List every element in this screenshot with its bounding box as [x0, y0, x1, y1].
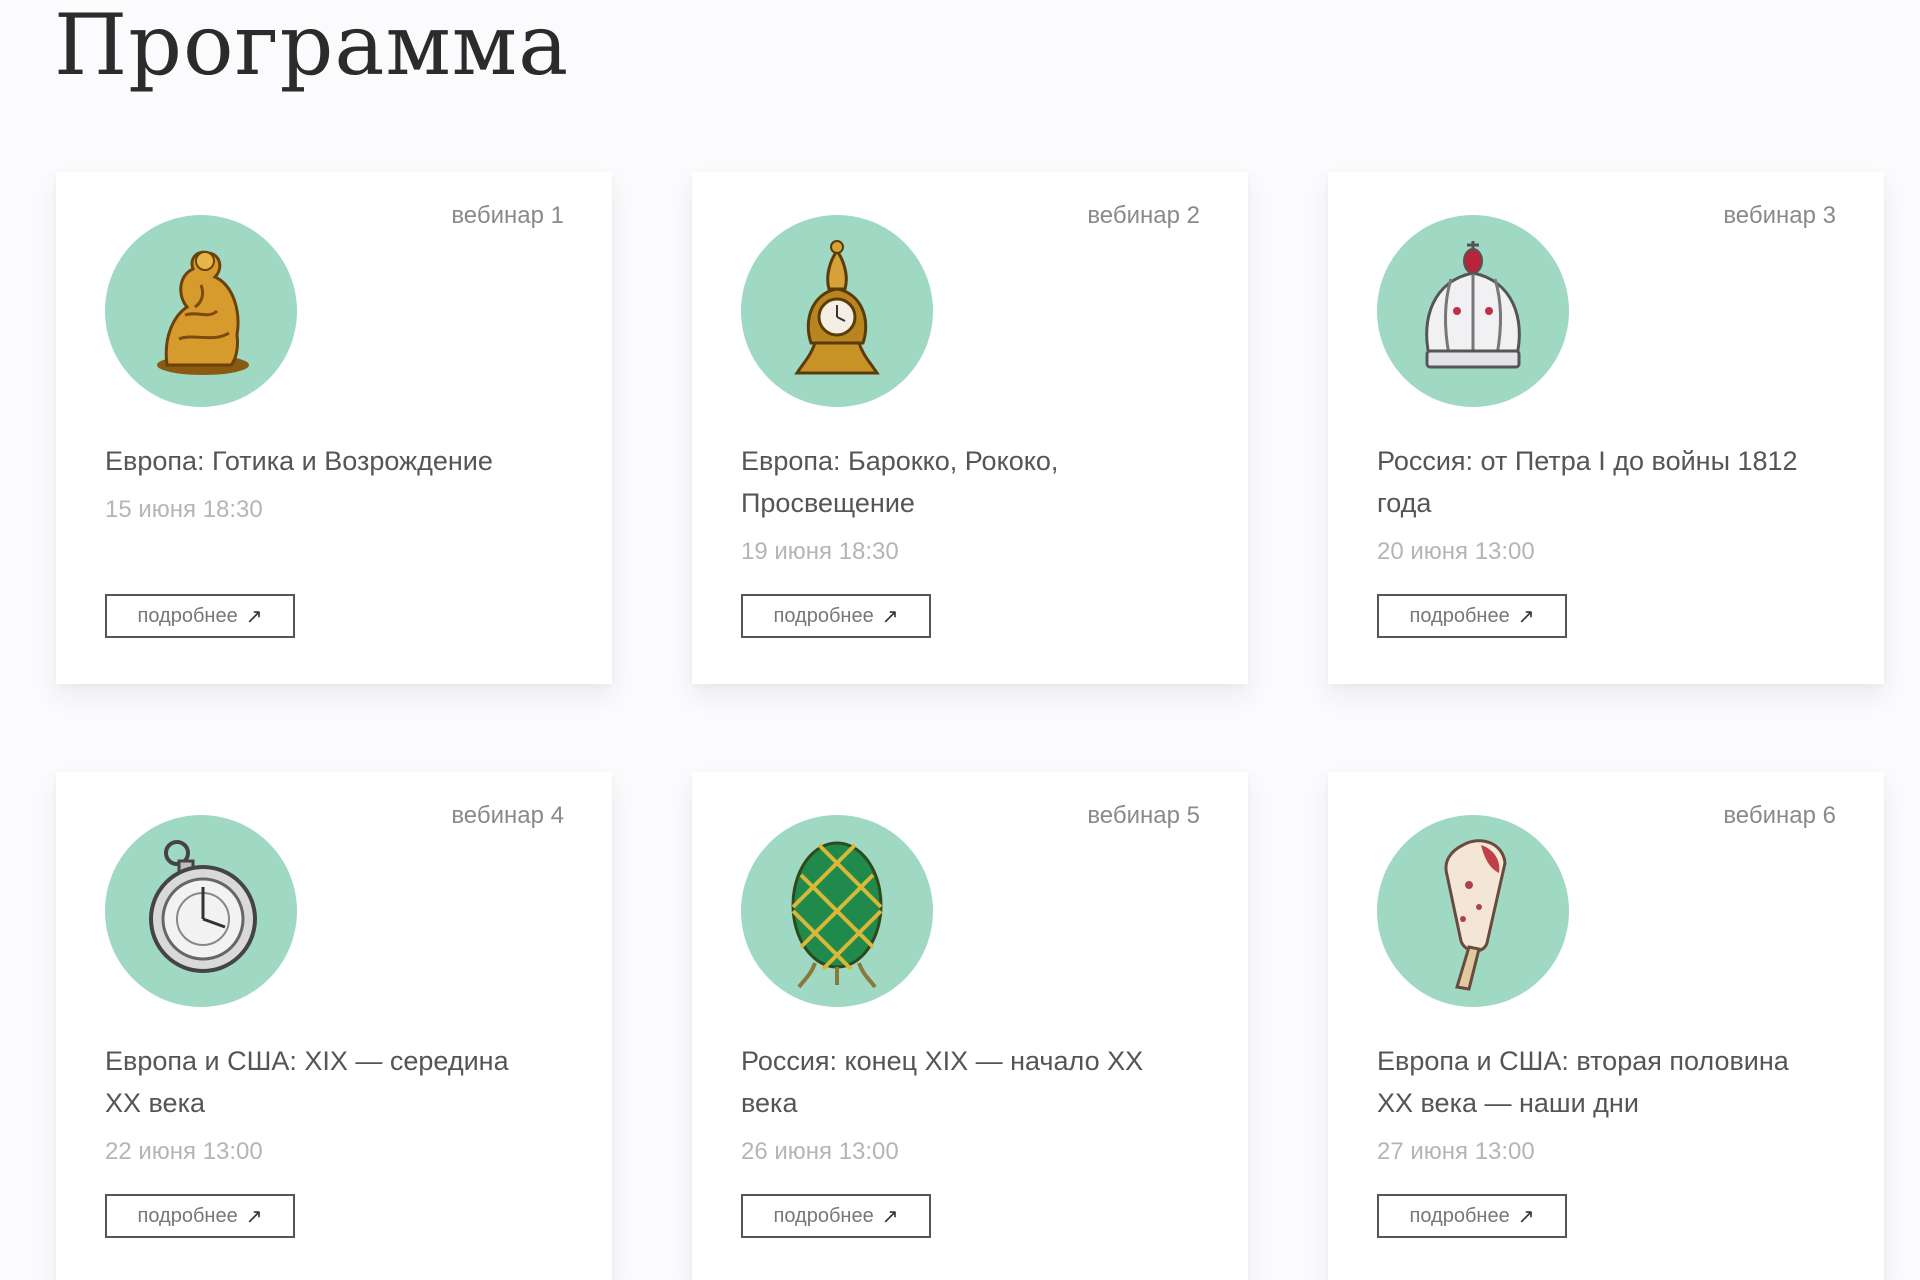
webinar-grid: вебинар 1 Европа: Готика и Возрождение 1… — [56, 172, 1884, 1280]
webinar-card: вебинар 3 Россия: от Петра I до войны 18… — [1328, 172, 1884, 684]
webinar-card: вебинар 2 Европа: Барокко, Рококо, Просв… — [692, 172, 1248, 684]
details-button-label: подробнее — [773, 604, 874, 627]
webinar-number-label: вебинар 6 — [1723, 802, 1836, 829]
arrow-up-right-icon: ↗ — [245, 605, 263, 628]
details-button[interactable]: подробнее ↗ — [741, 1194, 931, 1238]
webinar-title: Европа и США: вторая половина XX века — … — [1377, 1046, 1789, 1118]
details-button[interactable]: подробнее ↗ — [1377, 594, 1567, 638]
gilded-figurine-icon — [105, 215, 297, 407]
webinar-date: 27 июня 13:00 — [1377, 1138, 1535, 1165]
webinar-title: Россия: от Петра I до войны 1812 года — [1377, 446, 1798, 518]
webinar-title: Европа: Готика и Возрождение — [105, 446, 493, 476]
details-button-label: подробнее — [773, 1204, 874, 1227]
arrow-up-right-icon: ↗ — [1517, 1205, 1535, 1228]
webinar-date: 19 июня 18:30 — [741, 538, 899, 565]
details-button[interactable]: подробнее ↗ — [741, 594, 931, 638]
ice-cream-icon — [1377, 815, 1569, 1007]
details-button-label: подробнее — [1409, 604, 1510, 627]
arrow-up-right-icon: ↗ — [245, 1205, 263, 1228]
arrow-up-right-icon: ↗ — [1517, 605, 1535, 628]
webinar-title: Европа: Барокко, Рококо, Просвещение — [741, 446, 1059, 518]
details-button[interactable]: подробнее ↗ — [105, 1194, 295, 1238]
details-button-label: подробнее — [1409, 1204, 1510, 1227]
faberge-egg-icon — [741, 815, 933, 1007]
webinar-card: вебинар 1 Европа: Готика и Возрождение 1… — [56, 172, 612, 684]
webinar-number-label: вебинар 5 — [1087, 802, 1200, 829]
mantel-clock-icon — [741, 215, 933, 407]
details-button-label: подробнее — [137, 1204, 238, 1227]
webinar-number-label: вебинар 3 — [1723, 202, 1836, 229]
webinar-title: Европа и США: XIX — середина XX века — [105, 1046, 509, 1118]
imperial-crown-icon — [1377, 215, 1569, 407]
webinar-date: 15 июня 18:30 — [105, 496, 263, 523]
webinar-number-label: вебинар 1 — [451, 202, 564, 229]
arrow-up-right-icon: ↗ — [881, 605, 899, 628]
details-button[interactable]: подробнее ↗ — [1377, 1194, 1567, 1238]
webinar-title: Россия: конец XIX — начало XX века — [741, 1046, 1144, 1118]
details-button[interactable]: подробнее ↗ — [105, 594, 295, 638]
details-button-label: подробнее — [137, 604, 238, 627]
arrow-up-right-icon: ↗ — [881, 1205, 899, 1228]
webinar-date: 26 июня 13:00 — [741, 1138, 899, 1165]
webinar-date: 22 июня 13:00 — [105, 1138, 263, 1165]
webinar-date: 20 июня 13:00 — [1377, 538, 1535, 565]
webinar-number-label: вебинар 4 — [451, 802, 564, 829]
pocket-watch-icon — [105, 815, 297, 1007]
webinar-number-label: вебинар 2 — [1087, 202, 1200, 229]
page-title: Программа — [54, 0, 570, 94]
webinar-card: вебинар 5 Россия: конец XIX — начало XX … — [692, 772, 1248, 1280]
program-page: Программа вебинар 1 Европа: Готика и Воз… — [0, 0, 1920, 1280]
webinar-card: вебинар 4 Европа и США: XIX — середина X… — [56, 772, 612, 1280]
webinar-card: вебинар 6 Европа и США: вторая половина … — [1328, 772, 1884, 1280]
